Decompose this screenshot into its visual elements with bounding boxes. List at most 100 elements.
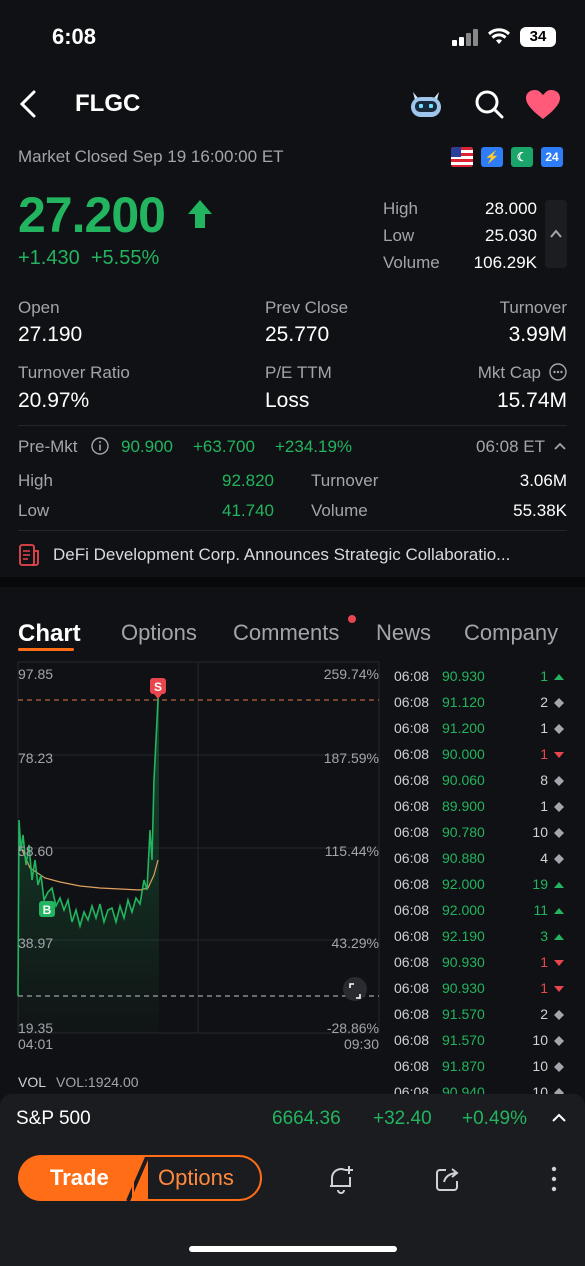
ticker-title: FLGC (75, 90, 141, 117)
24-hours-icon: 24 (541, 147, 563, 167)
tick-time: 06:08 (394, 954, 430, 970)
tick-volume: 8 (540, 772, 548, 788)
chevron-up-icon (550, 229, 562, 238)
tick-time: 06:08 (394, 928, 430, 944)
change-value: +1.430 (18, 247, 80, 269)
tick-volume: 11 (533, 902, 548, 918)
neutral-tick-icon (554, 1062, 564, 1072)
time-end: 09:30 (343, 1036, 379, 1052)
tick-price: 90.930 (442, 668, 485, 684)
tick-volume: 10 (532, 824, 548, 840)
tick-price: 90.000 (442, 746, 485, 762)
tick-row: 06:08 91.120 2 (394, 694, 566, 720)
tick-time: 06:08 (394, 720, 430, 736)
index-change: +32.40 (373, 1108, 432, 1129)
tick-price: 90.880 (442, 850, 485, 866)
uptick-icon (554, 934, 564, 940)
tab-company[interactable]: Company (464, 620, 558, 646)
axis-left-0: 97.85 (18, 666, 54, 682)
neutral-tick-icon (554, 854, 564, 864)
cellular-signal-icon (452, 28, 480, 46)
price-alert-bell-icon[interactable] (327, 1164, 355, 1194)
tick-volume: 1 (540, 668, 548, 684)
tick-time: 06:08 (394, 876, 430, 892)
notification-dot (348, 615, 356, 623)
favorite-heart-icon[interactable] (525, 89, 561, 121)
robot-assistant-icon[interactable] (408, 86, 444, 120)
index-change-pct: +0.49% (462, 1108, 527, 1129)
axis-right-3: 43.29% (331, 935, 379, 951)
high-value: 28.000 (485, 199, 537, 218)
tick-volume: 1 (540, 746, 548, 762)
high-label: High (383, 199, 418, 218)
axis-left-2: 58.60 (18, 843, 54, 859)
axis-left-3: 38.97 (18, 935, 54, 951)
index-value: 6664.36 (272, 1108, 341, 1129)
neutral-tick-icon (554, 776, 564, 786)
neutral-tick-icon (554, 828, 564, 838)
downtick-icon (554, 960, 564, 966)
tick-price: 91.870 (442, 1058, 485, 1074)
tick-row: 06:08 90.780 10 (394, 824, 566, 850)
chevron-up-icon[interactable] (550, 1111, 568, 1125)
neutral-tick-icon (554, 802, 564, 812)
options-button[interactable]: Options (132, 1155, 262, 1201)
sell-marker[interactable]: S (150, 678, 166, 699)
low-label: Low (383, 226, 415, 245)
price-area (18, 685, 159, 1033)
search-icon[interactable] (474, 89, 504, 119)
tab-news[interactable]: News (376, 620, 431, 646)
downtick-icon (554, 986, 564, 992)
time-start: 04:01 (18, 1036, 54, 1052)
tab-options[interactable]: Options (121, 620, 197, 646)
price-change: +1.430 +5.55% (18, 247, 159, 270)
news-headline-link[interactable]: DeFi Development Corp. Announces Strateg… (53, 545, 563, 565)
neutral-tick-icon (554, 724, 564, 734)
section-separator (0, 577, 585, 587)
prev-close-value: 25.770 (265, 323, 330, 346)
more-info-icon[interactable] (549, 363, 567, 381)
mkt-cap-value: 15.74M (496, 389, 567, 412)
axis-right-1: 187.59% (323, 750, 379, 766)
back-chevron-icon[interactable] (18, 90, 40, 118)
chevron-up-icon[interactable] (553, 440, 567, 452)
turnover-ratio-label: Turnover Ratio (18, 363, 130, 382)
tick-time: 06:08 (394, 668, 430, 684)
tick-volume: 10 (532, 1058, 548, 1074)
tick-time: 06:08 (394, 1032, 430, 1048)
tab-chart[interactable]: Chart (18, 620, 81, 648)
uptick-icon (554, 882, 564, 888)
turnover-label: Turnover (499, 298, 567, 317)
premarket-price: 90.900 (121, 437, 173, 456)
tick-time: 06:08 (394, 694, 430, 710)
pm-high-value: 92.820 (222, 471, 274, 490)
share-icon[interactable] (434, 1165, 462, 1193)
tick-volume: 1 (540, 980, 548, 996)
volume-indicator-value: VOL:1924.00 (56, 1074, 139, 1090)
tick-price: 92.000 (442, 876, 485, 892)
fullscreen-icon[interactable] (343, 977, 367, 1001)
pm-low-label: Low (18, 501, 50, 520)
buy-marker[interactable]: B (39, 901, 55, 917)
tick-row: 06:08 90.880 4 (394, 850, 566, 876)
tick-time: 06:08 (394, 772, 430, 788)
more-menu-icon[interactable] (546, 1164, 562, 1194)
low-value: 25.030 (485, 226, 537, 245)
premarket-change-pct: +234.19% (275, 437, 353, 456)
divider (18, 425, 567, 426)
downtick-icon (554, 752, 564, 758)
info-icon[interactable] (91, 437, 109, 455)
tab-comments[interactable]: Comments (233, 620, 339, 646)
collapse-quote-button[interactable] (545, 200, 567, 268)
tick-row: 06:08 90.000 1 (394, 746, 566, 772)
us-flag-icon (451, 147, 473, 167)
tick-time: 06:08 (394, 798, 430, 814)
tick-price: 92.190 (442, 928, 485, 944)
change-percent: +5.55% (90, 247, 160, 269)
news-document-icon (19, 544, 39, 566)
tick-volume: 1 (540, 954, 548, 970)
volume-indicator-label[interactable]: VOL (18, 1074, 46, 1090)
tick-time: 06:08 (394, 1058, 430, 1074)
moon-icon: ☾ (511, 147, 533, 167)
tick-price: 91.200 (442, 720, 485, 736)
